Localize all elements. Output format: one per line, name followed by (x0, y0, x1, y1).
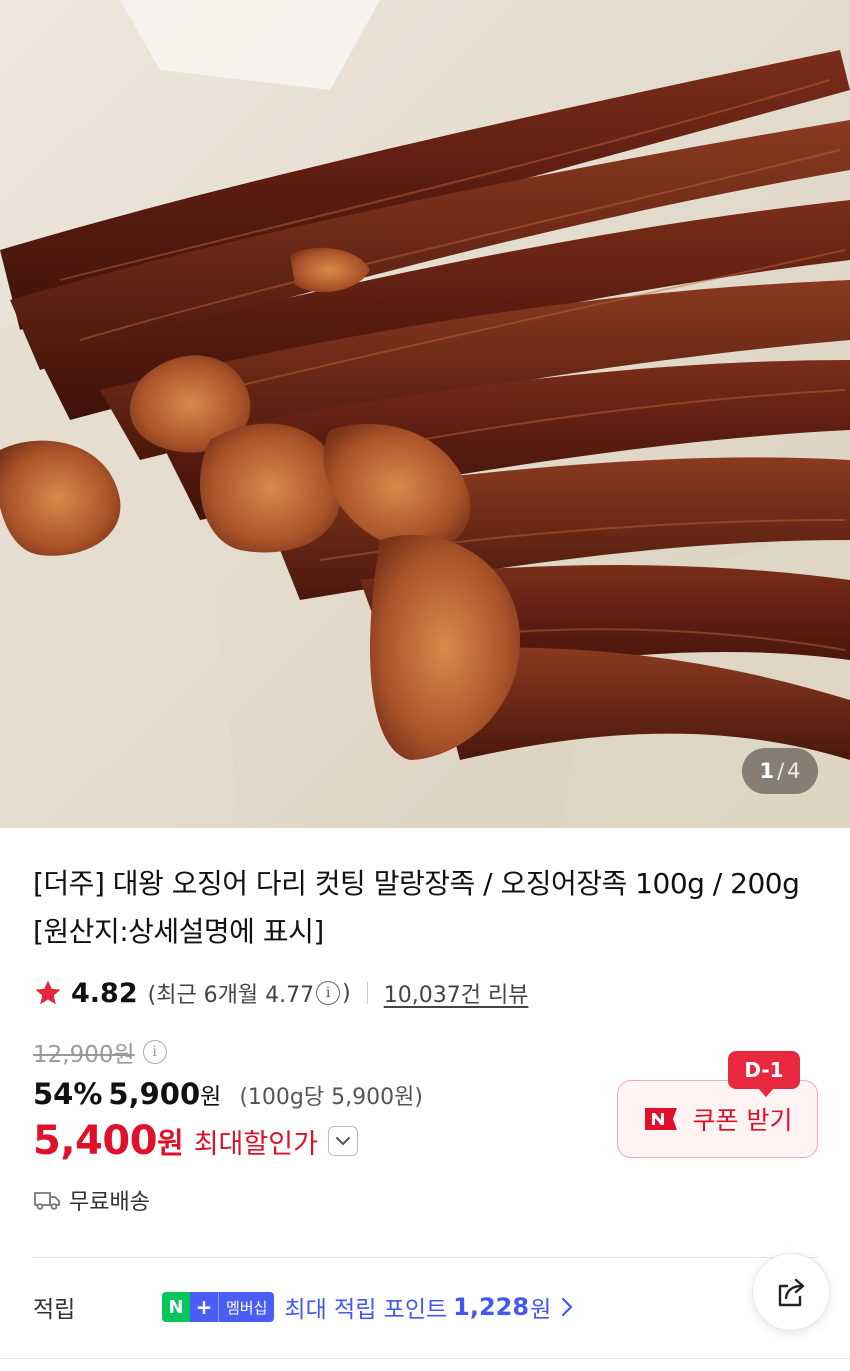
points-row[interactable]: 적립 N + 멤버십 최대 적립 포인트 1,228 원 (33, 1290, 793, 1324)
image-counter: 1 / 4 (742, 748, 818, 794)
original-price: 12,900원 (33, 1042, 135, 1068)
price-info-icon[interactable]: i (142, 1040, 167, 1064)
npay-icon (644, 1108, 677, 1130)
unit-price: (100g당 5,900원) (239, 1085, 423, 1110)
section-divider (33, 1257, 818, 1258)
original-price-row: 12,900원 i (33, 1035, 169, 1069)
image-counter-current: 1 (759, 759, 775, 783)
points-text: 최대 적립 포인트 (284, 1297, 448, 1323)
review-count-link[interactable]: 10,037건 리뷰 (384, 977, 529, 1009)
product-title: [더주] 대왕 오징어 다리 컷팅 말랑장족 / 오징어장족 100g / 20… (33, 867, 800, 948)
plus-icon: + (190, 1292, 218, 1322)
chevron-right-icon (562, 1297, 573, 1317)
product-photo-illustration (0, 0, 850, 828)
recent-rating: (최근 6개월 4.77 i ) (148, 977, 351, 1009)
membership-text: 멤버십 (218, 1292, 275, 1322)
product-image[interactable]: 1 / 4 (0, 0, 850, 828)
share-button[interactable] (752, 1253, 830, 1331)
chevron-down-icon (335, 1137, 350, 1145)
rating-score: 4.82 (71, 977, 138, 1009)
recent-rating-close: ) (342, 980, 351, 1006)
discount-rate: 54% (33, 1077, 103, 1111)
rating-divider (366, 982, 368, 1004)
points-value: 1,228 (453, 1293, 530, 1321)
info-icon[interactable]: i (316, 981, 341, 1005)
shipping-label: 무료배송 (69, 1190, 150, 1215)
rating-row: 4.82 (최근 6개월 4.77 i ) 10,037건 리뷰 (33, 975, 528, 1011)
sale-price-row: 54% 5,900 원 (100g당 5,900원) (33, 1077, 423, 1111)
points-won: 원 (530, 1297, 552, 1323)
points-label: 적립 (33, 1297, 76, 1323)
max-discount-price: 5,400 (33, 1118, 158, 1164)
star-icon (35, 980, 61, 1005)
truck-icon (34, 1192, 60, 1210)
coupon-button[interactable]: 쿠폰 받기 (617, 1080, 818, 1158)
max-discount-row[interactable]: 5,400 원 최대할인가 (33, 1118, 358, 1164)
bottom-divider (0, 1358, 850, 1359)
shipping-row: 무료배송 (33, 1184, 150, 1216)
share-icon (778, 1278, 805, 1307)
sale-price: 5,900 (108, 1077, 201, 1111)
max-discount-label: 최대할인가 (193, 1128, 318, 1160)
image-counter-total: 4 (787, 759, 801, 783)
naver-n-icon: N (162, 1292, 190, 1322)
coupon-deadline-badge: D-1 (728, 1051, 800, 1097)
image-counter-separator: / (777, 759, 785, 783)
naver-plus-membership-badge: N + 멤버십 (162, 1292, 275, 1322)
coupon-label: 쿠폰 받기 (692, 1106, 793, 1135)
recent-rating-text: (최근 6개월 4.77 (147, 983, 315, 1008)
sale-price-won: 원 (200, 1084, 222, 1110)
max-discount-won: 원 (157, 1126, 184, 1160)
expand-button[interactable] (327, 1126, 358, 1156)
